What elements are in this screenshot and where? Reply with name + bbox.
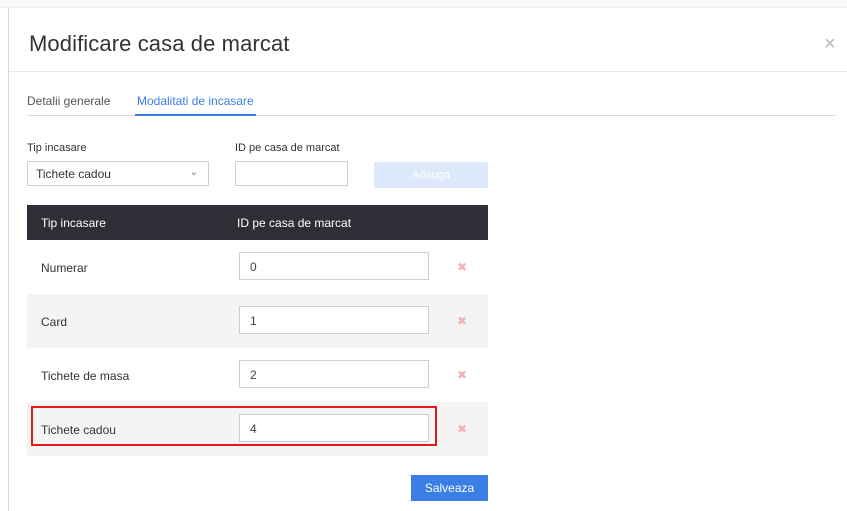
- tab-modalitati-de-incasare[interactable]: Modalitati de incasare: [135, 94, 256, 116]
- delete-icon[interactable]: ✖: [457, 368, 467, 382]
- table-row: Tichete de masa 2 ✖: [27, 348, 488, 402]
- table-row: Tichete cadou 4 ✖: [27, 402, 488, 456]
- modal-border: [8, 8, 9, 511]
- backdrop-strip: [0, 0, 847, 8]
- table-row: Numerar 0 ✖: [27, 240, 488, 294]
- add-button[interactable]: Adauga: [374, 162, 488, 188]
- row-name: Tichete cadou: [41, 423, 116, 437]
- payment-type-value: Tichete cadou: [36, 167, 111, 181]
- row-id-input[interactable]: 4: [239, 414, 429, 442]
- row-id-input[interactable]: 2: [239, 360, 429, 388]
- table-header: Tip incasare ID pe casa de marcat: [27, 205, 488, 240]
- row-name: Tichete de masa: [41, 369, 130, 383]
- id-input[interactable]: [235, 161, 348, 186]
- header-id: ID pe casa de marcat: [237, 216, 352, 230]
- payment-type-select[interactable]: Tichete cadou ⌄: [27, 161, 209, 186]
- row-id-input[interactable]: 0: [239, 252, 429, 280]
- modal-title: Modificare casa de marcat: [29, 31, 290, 56]
- tab-detalii-generale[interactable]: Detalii generale: [27, 94, 110, 116]
- delete-icon[interactable]: ✖: [457, 260, 467, 274]
- tab-bar: Detalii generale Modalitati de incasare: [27, 94, 835, 116]
- row-name: Numerar: [41, 261, 88, 275]
- delete-icon[interactable]: ✖: [457, 314, 467, 328]
- payment-table: Tip incasare ID pe casa de marcat Numera…: [27, 205, 488, 456]
- chevron-down-icon: ⌄: [189, 167, 198, 178]
- header-type: Tip incasare: [41, 216, 106, 230]
- table-row: Card 1 ✖: [27, 294, 488, 348]
- close-icon[interactable]: ×: [824, 34, 836, 54]
- save-button[interactable]: Salveaza: [411, 475, 488, 501]
- delete-icon[interactable]: ✖: [457, 422, 467, 436]
- row-id-input[interactable]: 1: [239, 306, 429, 334]
- id-label: ID pe casa de marcat: [235, 142, 340, 154]
- modal-header: Modificare casa de marcat ×: [9, 8, 847, 72]
- row-name: Card: [41, 315, 68, 329]
- type-label: Tip incasare: [27, 142, 87, 154]
